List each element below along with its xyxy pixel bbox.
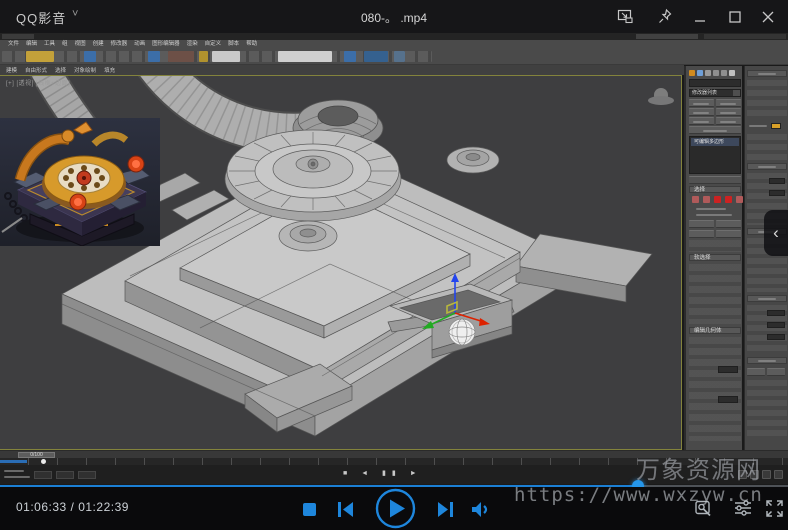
layer-icon [344, 51, 356, 62]
ribbon-tab: 对象绘制 [74, 66, 96, 74]
max-time-slider: 0/100 [0, 450, 788, 458]
motion-tab-icon [713, 70, 719, 76]
menu-item: 动画 [134, 40, 145, 48]
command-panel-tabs [689, 70, 735, 76]
max-ribbon-tabs: 建模 自由形式 选择 对象绘制 填充 [0, 65, 684, 75]
playlist-toggle[interactable]: ‹ [764, 210, 788, 256]
mirror-icon [199, 51, 208, 62]
ribbon-tab: 自由形式 [25, 66, 47, 74]
ribbon-tab: 填充 [104, 66, 115, 74]
orbit-tool-icon [762, 470, 771, 479]
subobject-icons[interactable] [692, 196, 743, 203]
modifier-stack: 可编辑多边形 [689, 136, 741, 174]
modifier-list-dropdown: 修改器列表 [689, 89, 741, 97]
menu-item: 渲染 [187, 40, 198, 48]
max-menubar: 文件 编辑 工具 组 视图 创建 修改器 动画 图形编辑器 渲染 自定义 脚本 … [0, 40, 788, 48]
utilities-tab-icon [729, 70, 735, 76]
track-slider-dot [41, 459, 46, 464]
render-icon [394, 51, 405, 62]
modifier-list-label: 修改器列表 [692, 90, 717, 96]
video-frame[interactable]: 文件 编辑 工具 组 视图 创建 修改器 动画 图形编辑器 渲染 自定义 脚本 … [0, 33, 788, 487]
rollout-selection[interactable]: 选择 [689, 186, 741, 193]
play-button[interactable] [375, 488, 416, 530]
viewport-label: [+] [透视] [线框+边面] [6, 78, 70, 87]
reference-image [0, 118, 160, 246]
named-selection-field [278, 51, 332, 62]
editor-icons [364, 51, 388, 62]
max-side-panel [744, 66, 788, 450]
color-swatch[interactable] [771, 123, 781, 129]
hierarchy-tab-icon [705, 70, 711, 76]
fullscreen-button[interactable] [765, 499, 784, 523]
create-tab-icon [689, 70, 695, 76]
track-highlight [0, 460, 27, 463]
max-track-bar [0, 458, 788, 465]
ribbon-tab: 选择 [55, 66, 66, 74]
menu-item: 脚本 [228, 40, 239, 48]
max-main-toolbar [0, 48, 788, 65]
settings-button[interactable] [733, 499, 753, 522]
minimize-button[interactable] [690, 7, 710, 26]
steering-wheel-icon[interactable] [648, 88, 674, 106]
control-bar: 01:06:33 / 01:22:39 [0, 487, 788, 530]
snap-icon [148, 51, 160, 62]
display-tab-icon [721, 70, 727, 76]
time-display: 01:06:33 / 01:22:39 [16, 500, 129, 514]
rollout-soft-selection[interactable]: 软选择 [689, 254, 741, 261]
menu-item: 组 [62, 40, 68, 48]
transform-icons [168, 51, 194, 62]
modify-tab-icon [697, 70, 703, 76]
link-icons [26, 51, 54, 62]
max-viewport: [+] [透视] [线框+边面] [0, 75, 682, 450]
mini-mode-icon[interactable] [615, 7, 635, 26]
stop-button[interactable] [303, 503, 316, 516]
menu-item: 创建 [93, 40, 104, 48]
pan-tool-icon [750, 470, 759, 479]
next-button[interactable] [436, 501, 454, 523]
object-name-field [689, 79, 741, 87]
stack-item-editable-poly[interactable]: 可编辑多边形 [691, 138, 739, 146]
menu-item: 文件 [8, 40, 19, 48]
maximize-viewport-icon [774, 470, 783, 479]
close-button[interactable] [758, 7, 778, 26]
rollout-edit-geometry[interactable]: 编辑几何体 [689, 327, 741, 334]
max-command-panel: 修改器列表 可编辑多边形 选择 [684, 66, 742, 450]
select-by-name-icon [84, 51, 96, 62]
titlebar[interactable]: QQ影音 ˅ 080-。 .mp4 [0, 0, 788, 33]
zoom-tool-icon [738, 470, 747, 479]
maximize-button[interactable] [725, 7, 745, 26]
menu-item: 帮助 [246, 40, 257, 48]
volume-button[interactable] [471, 501, 492, 523]
menu-item: 修改器 [111, 40, 128, 48]
screenshot-tool-button[interactable] [694, 499, 713, 523]
pin-on-top-icon[interactable] [655, 7, 675, 26]
menu-item: 视图 [75, 40, 86, 48]
toolbar-field [212, 51, 240, 62]
menu-item: 工具 [44, 40, 55, 48]
menu-item: 编辑 [26, 40, 37, 48]
max-playback-buttons: ■ ◄ ▮▮ ► [343, 469, 423, 477]
previous-button[interactable] [337, 501, 355, 523]
chevron-left-icon: ‹ [773, 223, 779, 243]
ribbon-tab: 建模 [6, 66, 17, 74]
max-window-titlebar [0, 33, 788, 40]
menu-item: 自定义 [205, 40, 222, 48]
player-window: QQ影音 ˅ 080-。 .mp4 文件 编辑 工具 组 [0, 0, 788, 530]
menu-item: 图形编辑器 [152, 40, 180, 48]
